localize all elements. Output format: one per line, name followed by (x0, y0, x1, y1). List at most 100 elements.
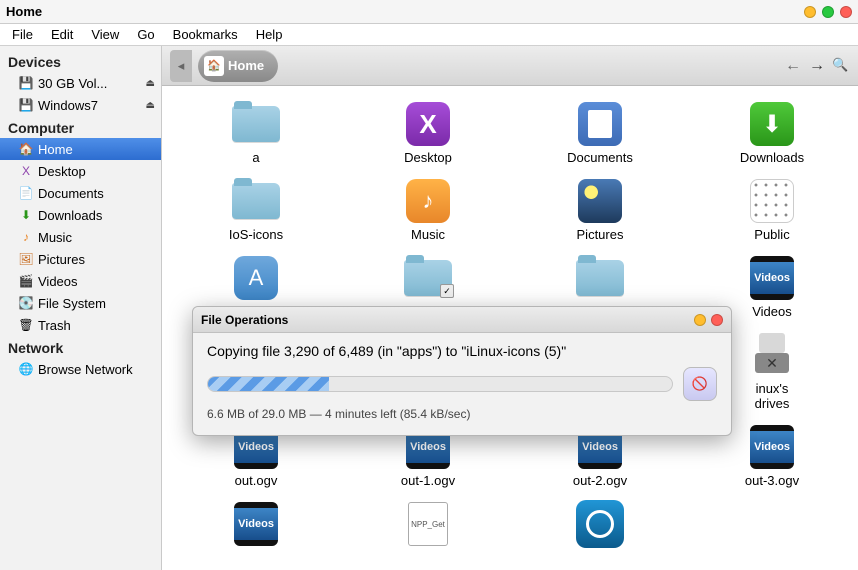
location-toolbar: ◂ 🏠 Home ← → 🔍 (162, 46, 858, 86)
maximize-button[interactable] (822, 6, 834, 18)
file-item[interactable]: a (190, 100, 322, 165)
desktop-icon: X (400, 100, 456, 148)
file-label: out-1.ogv (401, 473, 455, 488)
sidebar-item-windows7[interactable]: 💾 Windows7 ⏏ (0, 94, 161, 116)
file-item[interactable] (534, 500, 666, 550)
sidebar-item-pictures[interactable]: 🖼 Pictures (0, 248, 161, 270)
file-operations-dialog: File Operations Copying file 3,290 of 6,… (192, 306, 732, 436)
docs-icon: 📄 (18, 185, 34, 201)
sidebar-item-home[interactable]: 🏠Home (0, 138, 161, 160)
sidebar-item-label: Browse Network (38, 362, 155, 377)
file-label: inux's drives (755, 381, 790, 411)
sidebar-item-30-gb-vol-[interactable]: 💾30 GB Vol...⏏ (0, 72, 161, 94)
file-item[interactable]: Videos (190, 500, 322, 550)
net-icon: 🌐 (18, 361, 34, 377)
file-label: out-2.ogv (573, 473, 627, 488)
sidebar-item-file-system[interactable]: 💽File System (0, 292, 161, 314)
menu-edit[interactable]: Edit (43, 25, 81, 44)
minimize-button[interactable] (804, 6, 816, 18)
dialog-detail-text: 6.6 MB of 29.0 MB — 4 minutes left (85.4… (207, 407, 717, 421)
sidebar-item-label: 30 GB Vol... (38, 76, 142, 91)
file-label: IoS-icons (229, 227, 283, 242)
breadcrumb-label: Home (228, 58, 264, 73)
file-label: a (252, 150, 259, 165)
locked-drive-icon: ✕ (744, 331, 800, 379)
file-item[interactable]: ♪Music (362, 177, 494, 242)
file-label: Music (411, 227, 445, 242)
sidebar-header: Computer (0, 116, 161, 138)
progress-fill (208, 377, 329, 391)
sidebar-item-music[interactable]: ♪Music (0, 226, 161, 248)
eject-icon[interactable]: ⏏ (146, 78, 155, 89)
file-label: Pictures (577, 227, 624, 242)
media-player-icon (572, 500, 628, 548)
sidebar-item-label: File System (38, 296, 155, 311)
folder-icon (228, 177, 284, 225)
desktop-icon: X (18, 163, 34, 179)
file-item[interactable]: Documents (534, 100, 666, 165)
documents-icon (572, 100, 628, 148)
home-icon: 🏠 (18, 141, 34, 157)
file-label: Downloads (740, 150, 804, 165)
dialog-title: File Operations (201, 313, 288, 327)
eject-icon[interactable]: ⏏ (146, 100, 155, 111)
sidebar-item-label: Videos (38, 274, 155, 289)
window-controls (804, 6, 852, 18)
window-title: Home (6, 4, 42, 19)
trash-icon: 🗑 (18, 317, 34, 333)
file-item[interactable]: Public (706, 177, 838, 242)
breadcrumb-back[interactable]: ◂ (170, 50, 192, 82)
file-item[interactable]: X Desktop (362, 100, 494, 165)
file-item[interactable]: Pictures (534, 177, 666, 242)
sidebar-item-videos[interactable]: 🎬 Videos (0, 270, 161, 292)
stop-button[interactable]: 🚫 (683, 367, 717, 401)
progress-bar (207, 376, 673, 392)
nav-back-icon[interactable]: ← (784, 57, 802, 75)
search-icon[interactable]: 🔍 (832, 57, 850, 75)
downloads-icon: ⬇ (744, 100, 800, 148)
menu-file[interactable]: File (4, 25, 41, 44)
file-label: out-3.ogv (745, 473, 799, 488)
sidebar-item-label: Windows7 (38, 98, 142, 113)
sidebar-item-label: Pictures (38, 252, 155, 267)
home-icon: 🏠 (204, 56, 224, 76)
music-icon: ♪ (18, 229, 34, 245)
nav-forward-icon[interactable]: → (808, 57, 826, 75)
file-label: out.ogv (235, 473, 278, 488)
folder-icon (572, 254, 628, 302)
file-item[interactable]: ⬇ Downloads (706, 100, 838, 165)
text-file-icon: NPP_Get (400, 500, 456, 548)
sidebar-item-label: Documents (38, 186, 155, 201)
sidebar-item-desktop[interactable]: X Desktop (0, 160, 161, 182)
sidebar: Devices💾30 GB Vol...⏏💾Windows7⏏Computer🏠… (0, 46, 162, 570)
dialog-status-text: Copying file 3,290 of 6,489 (in "apps") … (207, 343, 717, 359)
drive-icon: 💾 (18, 97, 34, 113)
vid-icon: 🎬 (18, 273, 34, 289)
breadcrumb-home[interactable]: 🏠 Home (198, 50, 278, 82)
close-button[interactable] (840, 6, 852, 18)
pics-icon: 🖼 (18, 251, 34, 267)
sidebar-item-trash[interactable]: 🗑Trash (0, 314, 161, 336)
dialog-minimize-button[interactable] (694, 314, 706, 326)
file-item[interactable]: IoS-icons (190, 177, 322, 242)
sidebar-item-browse-network[interactable]: 🌐 Browse Network (0, 358, 161, 380)
folder-synced-icon: ✓ (400, 254, 456, 302)
menu-help[interactable]: Help (248, 25, 291, 44)
sidebar-item-downloads[interactable]: ⬇Downloads (0, 204, 161, 226)
file-item[interactable]: NPP_Get (362, 500, 494, 550)
menu-view[interactable]: View (83, 25, 127, 44)
sidebar-header: Network (0, 336, 161, 358)
public-icon (744, 177, 800, 225)
templates-icon: A (228, 254, 284, 302)
dialog-close-button[interactable] (711, 314, 723, 326)
menu-bookmarks[interactable]: Bookmarks (165, 25, 246, 44)
sidebar-item-label: Downloads (38, 208, 155, 223)
sidebar-item-label: Desktop (38, 164, 155, 179)
menu-bar: File Edit View Go Bookmarks Help (0, 24, 858, 46)
dialog-titlebar: File Operations (193, 307, 731, 333)
sidebar-header: Devices (0, 50, 161, 72)
sidebar-item-documents[interactable]: 📄 Documents (0, 182, 161, 204)
menu-go[interactable]: Go (129, 25, 162, 44)
file-label: Desktop (404, 150, 452, 165)
file-label: Videos (752, 304, 792, 319)
